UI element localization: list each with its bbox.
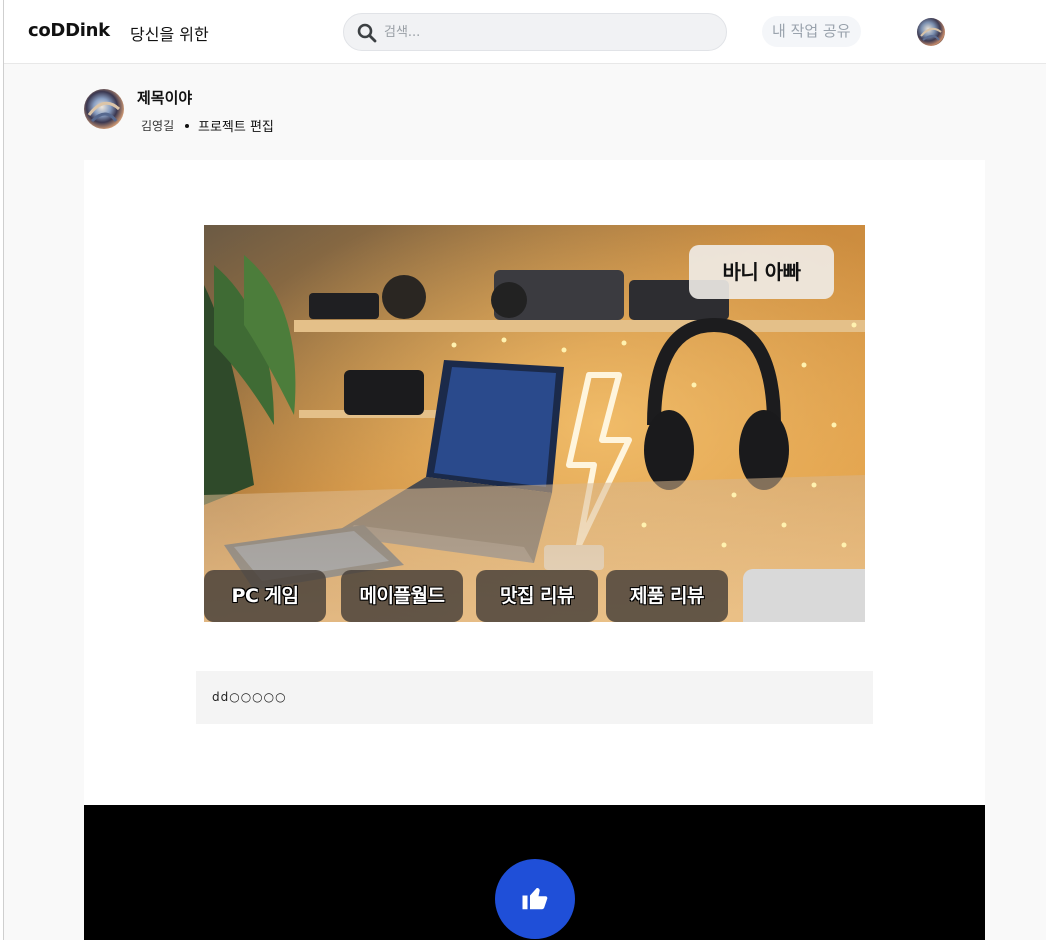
author-name[interactable]: 김영길 <box>141 117 174 134</box>
avatar-image <box>84 89 124 129</box>
author-avatar[interactable] <box>84 89 124 129</box>
hero-tag-pc-game: PC 게임 <box>204 570 326 622</box>
top-header: coDDink 당신을 위한 내 작업 공유 <box>4 0 1046 64</box>
hero-top-tag: 바니 아빠 <box>689 245 834 299</box>
hero-tag-maple-world: 메이플월드 <box>341 570 463 622</box>
share-work-button[interactable]: 내 작업 공유 <box>762 16 861 47</box>
hero-tag-product-review: 제품 리뷰 <box>606 570 728 622</box>
search-input[interactable] <box>384 21 704 43</box>
search-icon <box>357 23 377 43</box>
window-edge <box>0 0 4 940</box>
thumbs-up-icon <box>522 888 548 910</box>
site-logo[interactable]: coDDink <box>28 20 110 41</box>
separator-dot <box>185 124 189 128</box>
search-bar[interactable] <box>343 13 727 51</box>
nav-for-you[interactable]: 당신을 위한 <box>130 21 209 45</box>
hero-image: 바니 아빠 PC 게임 메이플월드 맛집 리뷰 제품 리뷰 <box>204 225 865 622</box>
project-content-card: 바니 아빠 PC 게임 메이플월드 맛집 리뷰 제품 리뷰 dd○○○○○ <box>84 160 985 805</box>
description-text: dd○○○○○ <box>212 690 287 704</box>
user-avatar[interactable] <box>917 18 945 46</box>
edit-project-link[interactable]: 프로젝트 편집 <box>198 116 274 135</box>
appreciation-section <box>84 805 985 940</box>
hero-blank-tag <box>743 569 865 622</box>
description-box: dd○○○○○ <box>196 671 873 724</box>
project-title: 제목이야 <box>137 89 193 107</box>
avatar-image <box>917 18 945 46</box>
like-button[interactable] <box>495 859 575 939</box>
hero-tag-restaurant-review: 맛집 리뷰 <box>476 570 598 622</box>
page-background <box>985 64 1046 940</box>
